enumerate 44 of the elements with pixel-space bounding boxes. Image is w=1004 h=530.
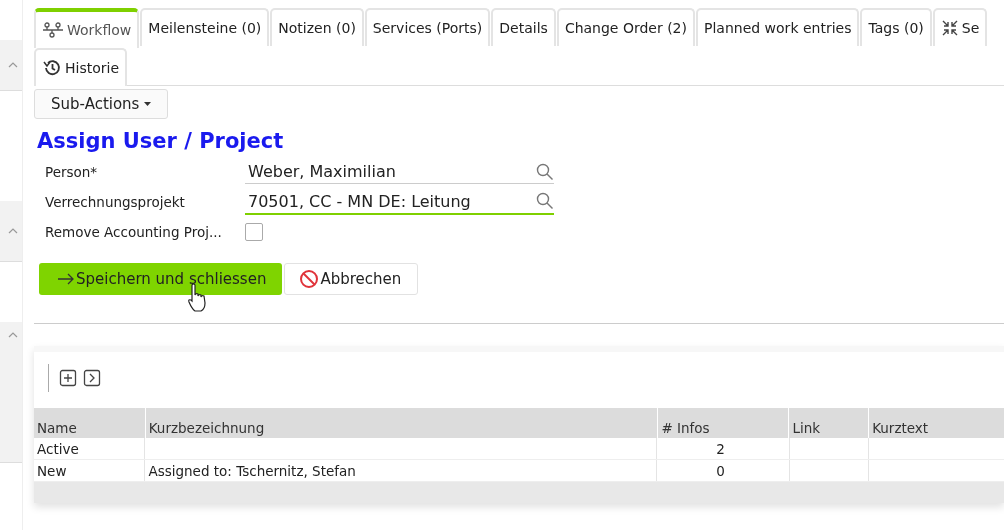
add-icon[interactable]	[59, 369, 77, 387]
tab[interactable]: Se	[932, 8, 988, 46]
field-label: Person*	[45, 164, 99, 180]
hand-cursor-icon	[186, 283, 208, 313]
save-button[interactable]: Speichern und schliessen	[39, 263, 283, 295]
tab[interactable]: Historie	[34, 48, 128, 86]
chevron-up-icon[interactable]	[8, 228, 18, 234]
arrow-icon	[57, 273, 75, 285]
column-header[interactable]: Link	[788, 408, 869, 438]
history-icon	[42, 59, 62, 77]
tab[interactable]: Meilensteine (0)	[140, 8, 270, 46]
next-icon[interactable]	[83, 369, 101, 387]
caret-icon	[144, 102, 152, 106]
field-label: Remove Accounting Proj...	[45, 224, 223, 240]
table-cell: New	[37, 462, 67, 479]
workflow-icon	[42, 22, 64, 38]
checkbox[interactable]	[245, 223, 263, 241]
table-cell: 2	[716, 440, 725, 457]
lookup-field[interactable]: Weber, Maximilian	[245, 160, 554, 184]
collapse-icon	[940, 19, 959, 37]
chevron-up-icon[interactable]	[8, 62, 18, 68]
column-header[interactable]: Kurzbezeichnung	[144, 408, 658, 438]
column-header[interactable]: Kurztext	[868, 408, 1004, 438]
tab[interactable]: Details	[491, 8, 556, 46]
table-cell: 0	[716, 462, 725, 479]
table-cell: Assigned to: Tschernitz, Stefan	[148, 462, 356, 479]
prohibited-icon	[299, 269, 320, 289]
chevron-up-icon[interactable]	[8, 332, 18, 338]
tab[interactable]: Planned work entries	[696, 8, 860, 46]
search-icon[interactable]	[536, 162, 554, 181]
tab[interactable]: Change Order (2)	[556, 8, 695, 46]
cancel-button[interactable]: Abbrechen	[284, 263, 419, 295]
search-icon[interactable]	[536, 192, 554, 210]
tab[interactable]: Workflow	[34, 8, 140, 48]
sub-actions-button[interactable]: Sub-Actions	[34, 89, 169, 119]
column-header[interactable]: Name	[34, 408, 145, 438]
form-title: Assign User / Project	[37, 129, 285, 153]
field-label: Verrechnungsprojekt	[45, 194, 186, 210]
tab[interactable]: Tags (0)	[860, 8, 932, 46]
tab[interactable]: Services (Ports)	[364, 8, 491, 46]
column-header[interactable]: # Infos	[657, 408, 789, 438]
tab[interactable]: Notizen (0)	[270, 8, 364, 46]
lookup-field[interactable]: 70501, CC - MN DE: Leitung	[245, 189, 554, 215]
table-cell: Active	[37, 440, 79, 457]
